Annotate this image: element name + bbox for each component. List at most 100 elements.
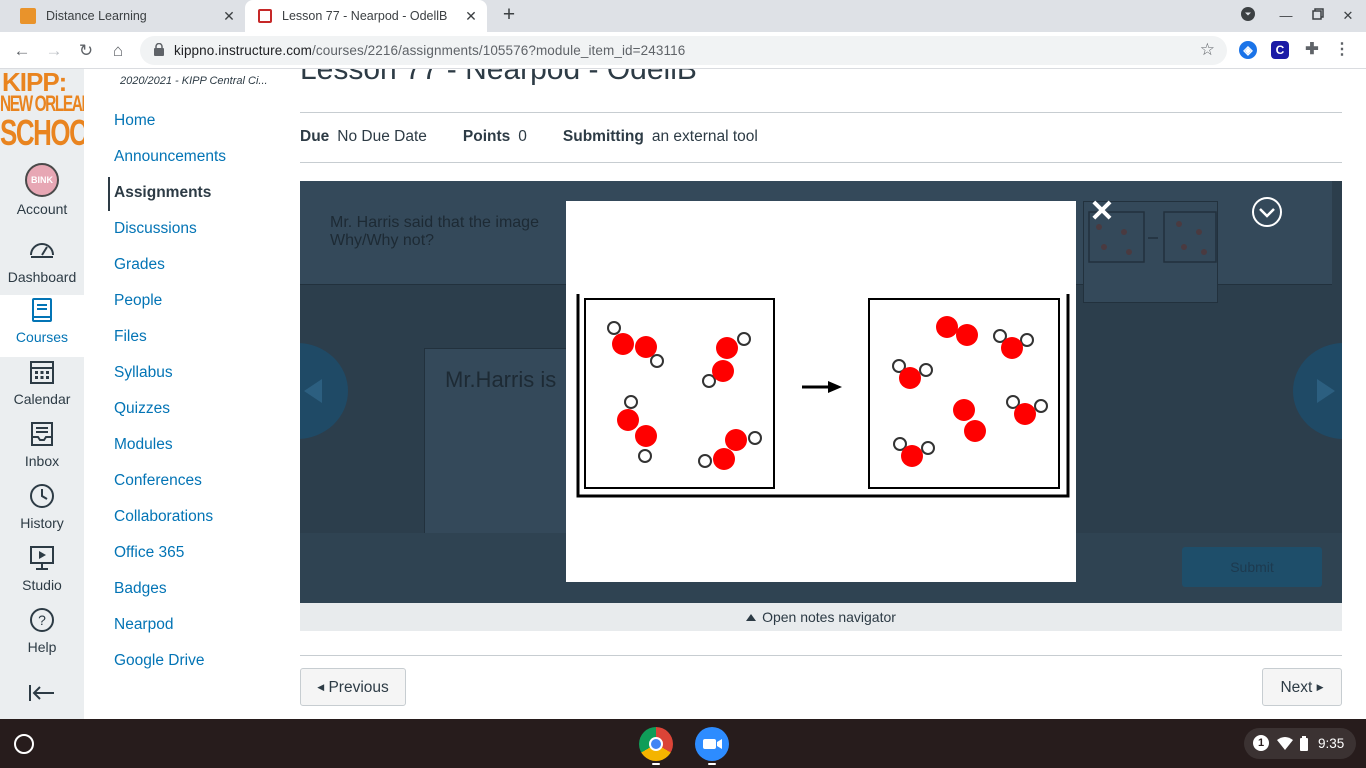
tab-title: Distance Learning: [46, 9, 147, 23]
submit-button[interactable]: Submit: [1182, 547, 1322, 587]
kipp-logo[interactable]: KIPP: NEW ORLEANS SCHOOLS: [0, 69, 84, 157]
divider: [300, 112, 1342, 113]
back-icon[interactable]: ←: [11, 40, 33, 62]
course-nav-grades[interactable]: Grades: [114, 256, 165, 274]
calendar-icon: [30, 361, 54, 384]
notification-badge: 1: [1253, 735, 1269, 751]
browser-tab-bar: Distance Learning ✕ Lesson 77 - Nearpod …: [0, 0, 1366, 32]
global-nav-help[interactable]: ? Help: [0, 605, 84, 667]
chrome-app-icon[interactable]: [639, 727, 673, 761]
browser-toolbar: ← → ↻ ⌂ kippno.instructure.com/courses/2…: [0, 32, 1366, 69]
course-nav-office-365[interactable]: Office 365: [114, 544, 184, 562]
courses-icon: [32, 298, 52, 322]
tab-lesson-77[interactable]: Lesson 77 - Nearpod - OdellB ✕: [245, 0, 487, 32]
system-shelf: 1 9:35: [0, 719, 1366, 768]
assignment-details: Due No Due Date Points 0 Submitting an extern…: [300, 128, 758, 145]
bookmark-star-icon[interactable]: ☆: [1200, 40, 1215, 60]
extensions-puzzle-icon[interactable]: ✚: [1303, 41, 1321, 59]
global-nav-dashboard[interactable]: Dashboard: [0, 235, 84, 297]
image-modal: [566, 201, 1076, 582]
main-content: Lesson 77 - Nearpod - OdellB Due No Due D…: [284, 69, 1366, 719]
course-nav-collaborations[interactable]: Collaborations: [114, 508, 213, 526]
global-navigation: KIPP: NEW ORLEANS SCHOOLS BINK Account D…: [0, 69, 84, 719]
shield-extension-icon[interactable]: ◈: [1239, 41, 1257, 59]
previous-button[interactable]: ◀ Previous: [300, 668, 406, 706]
open-notes-navigator[interactable]: Open notes navigator: [300, 603, 1342, 631]
course-nav-quizzes[interactable]: Quizzes: [114, 400, 170, 418]
right-arrow-icon: [1317, 379, 1335, 403]
forward-icon[interactable]: →: [43, 40, 65, 62]
zoom-app-icon[interactable]: [695, 727, 729, 761]
nearpod-favicon-icon: [258, 9, 272, 23]
clock: 9:35: [1318, 736, 1345, 751]
running-indicator: [652, 763, 660, 765]
url-text: kippno.instructure.com/courses/2216/assi…: [174, 43, 686, 58]
course-nav-modules[interactable]: Modules: [114, 436, 173, 454]
status-tray[interactable]: 1 9:35: [1244, 728, 1356, 759]
caret-left-icon: ◀: [317, 682, 325, 692]
avatar: BINK: [25, 163, 59, 197]
global-nav-studio[interactable]: Studio: [0, 543, 84, 605]
course-nav-badges[interactable]: Badges: [114, 580, 167, 598]
battery-icon: [1300, 736, 1308, 751]
divider: [300, 162, 1342, 163]
close-tab-icon[interactable]: ✕: [221, 8, 237, 24]
divider: [300, 655, 1342, 656]
launcher-icon[interactable]: [14, 734, 34, 754]
running-indicator: [708, 763, 716, 765]
next-slide-button[interactable]: [1293, 343, 1342, 439]
close-icon[interactable]: ✕: [1088, 197, 1116, 227]
caret-right-icon: ▶: [1316, 682, 1324, 692]
course-nav-discussions[interactable]: Discussions: [114, 220, 197, 238]
page-title: Lesson 77 - Nearpod - OdellB: [300, 69, 697, 86]
new-tab-icon[interactable]: +: [498, 4, 520, 27]
question-text: Mr. Harris said that the image Why/Why n…: [330, 214, 539, 249]
close-tab-icon[interactable]: ✕: [463, 8, 479, 24]
nearpod-frame: Mr. Harris said that the image Why/Why n…: [300, 181, 1342, 603]
molecule-diagram: [576, 294, 1070, 498]
course-nav-announcements[interactable]: Announcements: [114, 148, 226, 166]
address-bar[interactable]: kippno.instructure.com/courses/2216/assi…: [140, 36, 1227, 65]
global-nav-inbox[interactable]: Inbox: [0, 419, 84, 481]
collapse-nav-icon[interactable]: [27, 681, 57, 705]
studio-icon: [30, 546, 54, 570]
reload-icon[interactable]: ↻: [75, 40, 97, 62]
tab-distance-learning[interactable]: Distance Learning ✕: [0, 0, 245, 32]
dashboard-icon: [30, 243, 54, 258]
c-extension-icon[interactable]: C: [1271, 41, 1289, 59]
course-nav-conferences[interactable]: Conferences: [114, 472, 202, 490]
restore-icon[interactable]: [1308, 6, 1328, 26]
course-nav-nearpod[interactable]: Nearpod: [114, 616, 173, 634]
tab-search-icon[interactable]: [1238, 6, 1258, 26]
course-nav-assignments[interactable]: Assignments: [114, 184, 211, 202]
kipp-favicon-icon: [20, 8, 36, 24]
active-indicator: [108, 177, 110, 211]
home-icon[interactable]: ⌂: [107, 40, 129, 62]
help-icon: ?: [30, 608, 54, 632]
course-navigation: 2020/2021 - KIPP Central Ci... Home Anno…: [84, 69, 284, 719]
tab-title: Lesson 77 - Nearpod - OdellB: [282, 9, 448, 23]
lock-icon: [154, 43, 164, 56]
history-icon: [30, 484, 54, 508]
course-nav-google-drive[interactable]: Google Drive: [114, 652, 204, 670]
course-nav-home[interactable]: Home: [114, 112, 155, 130]
svg-text:?: ?: [38, 612, 46, 628]
global-nav-courses[interactable]: Courses: [0, 295, 84, 357]
next-button[interactable]: Next ▶: [1262, 668, 1342, 706]
close-window-icon[interactable]: ✕: [1338, 6, 1358, 26]
global-nav-history[interactable]: History: [0, 481, 84, 543]
global-nav-account[interactable]: BINK Account: [0, 163, 84, 225]
course-nav-people[interactable]: People: [114, 292, 162, 310]
minimize-icon[interactable]: —: [1276, 6, 1296, 26]
course-nav-syllabus[interactable]: Syllabus: [114, 364, 173, 382]
course-nav-files[interactable]: Files: [114, 328, 147, 346]
term-label: 2020/2021 - KIPP Central Ci...: [120, 75, 268, 87]
answer-textarea[interactable]: Mr.Harris is: [424, 348, 584, 534]
left-arrow-icon: [304, 379, 322, 403]
previous-slide-button[interactable]: [300, 343, 348, 439]
wifi-icon: [1277, 737, 1293, 750]
chevron-down-icon[interactable]: [1251, 196, 1283, 228]
chrome-menu-icon[interactable]: ⋮: [1333, 41, 1351, 59]
global-nav-calendar[interactable]: Calendar: [0, 357, 84, 419]
caret-up-icon: [746, 614, 757, 621]
